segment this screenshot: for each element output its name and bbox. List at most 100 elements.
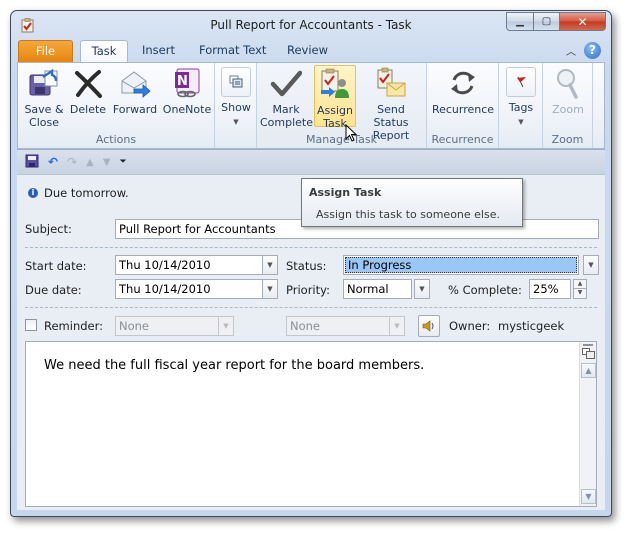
due-date-dropdown[interactable]: ▼ (262, 279, 278, 299)
onenote-label: OneNote (162, 103, 212, 116)
save-icon[interactable] (25, 154, 39, 171)
svg-text:N: N (177, 74, 188, 89)
start-date-label: Start date: (25, 259, 87, 273)
reminder-checkbox[interactable] (25, 319, 37, 331)
tab-review[interactable]: Review (277, 40, 338, 62)
assign-task-label-1: Assign (317, 104, 353, 117)
save-close-icon (28, 67, 60, 99)
recurrence-button[interactable]: Recurrence (431, 65, 495, 116)
delete-icon (72, 67, 104, 99)
tab-task[interactable]: Task (80, 40, 128, 63)
scroll-up-button[interactable]: ▲ (581, 363, 596, 378)
assign-task-button[interactable]: Assign Task (314, 65, 356, 130)
next-item-icon[interactable]: ▼ (103, 157, 111, 168)
percent-complete-spinner[interactable]: ▲ ▼ (573, 279, 587, 299)
show-button[interactable]: Show ▼ (218, 65, 254, 129)
reminder-sound-button[interactable] (418, 315, 440, 337)
notes-text[interactable]: We need the full fiscal year report for … (44, 358, 424, 373)
onenote-icon: N (171, 67, 203, 99)
maximize-icon: ▢ (541, 16, 552, 27)
redo-icon[interactable]: ↷ (67, 155, 77, 169)
customize-toolbar-icon[interactable]: ⏷ (120, 157, 127, 167)
status-value: In Progress (345, 257, 577, 273)
group-label-recurrence: Recurrence (431, 133, 494, 146)
close-button[interactable]: ✕ (560, 12, 606, 31)
zoom-label: Zoom (552, 103, 584, 116)
tags-button[interactable]: Tags ▼ (504, 65, 538, 129)
assign-task-icon (319, 68, 351, 100)
spin-up-icon[interactable]: ▲ (573, 279, 587, 289)
assign-task-tooltip: Assign Task Assign this task to someone … (301, 178, 523, 227)
speaker-icon (422, 320, 434, 332)
delete-label: Delete (69, 103, 107, 116)
group-actions: Save & Close Delete Forward N OneNote Ac… (18, 63, 215, 148)
group-manage-task: Mark Complete Assign Task Send Status Re… (257, 63, 427, 148)
page-icon[interactable] (582, 348, 595, 359)
reminder-label: Reminder: (44, 319, 104, 333)
recurrence-icon (447, 67, 479, 99)
group-label-zoom: Zoom (551, 133, 584, 146)
chevron-down-icon: ▼ (233, 118, 239, 126)
priority-label: Priority: (286, 283, 330, 297)
mark-complete-label-1: Mark (272, 103, 300, 116)
ribbon: Save & Close Delete Forward N OneNote Ac… (17, 62, 605, 149)
minimize-button[interactable]: ▁ (506, 12, 533, 31)
help-icon[interactable]: ? (584, 42, 601, 59)
ribbon-tabs: File Task Insert Format Text Review ︿ ? (11, 38, 611, 63)
undo-icon[interactable]: ↶ (48, 155, 58, 169)
forward-button[interactable]: Forward (111, 65, 159, 116)
divider (25, 247, 597, 248)
forward-label: Forward (112, 103, 158, 116)
start-date-dropdown[interactable]: ▼ (262, 255, 278, 275)
onenote-button[interactable]: N OneNote (162, 65, 212, 116)
previous-item-icon[interactable]: ▲ (86, 157, 94, 168)
start-date-input[interactable]: Thu 10/14/2010 (115, 255, 263, 275)
notes-scrollbar[interactable]: ▲ ▼ (579, 342, 596, 506)
forward-icon (119, 67, 151, 99)
delete-button[interactable]: Delete (68, 65, 108, 116)
checkmark-icon (270, 67, 302, 99)
notes-body[interactable]: We need the full fiscal year report for … (25, 341, 597, 507)
quick-access-toolbar: ↶ ↷ ▲ ▼ ⏷ (17, 149, 605, 175)
splitter-handle[interactable] (583, 344, 593, 346)
percent-complete-input[interactable]: 25% (529, 279, 571, 299)
status-label: Status: (286, 259, 327, 273)
group-show: Show ▼ (215, 63, 257, 148)
reminder-date-dropdown[interactable]: ▼ (218, 316, 234, 336)
save-close-button[interactable]: Save & Close (22, 65, 66, 129)
tab-file[interactable]: File (18, 40, 73, 62)
reminder-time-select[interactable]: None (286, 316, 390, 336)
priority-dropdown[interactable]: ▼ (414, 279, 430, 299)
status-dropdown[interactable]: ▼ (583, 255, 599, 275)
priority-select[interactable]: Normal (343, 279, 412, 299)
chevron-down-icon: ▼ (518, 118, 524, 126)
send-status-icon (375, 67, 407, 99)
minimize-ribbon-icon[interactable]: ︿ (566, 43, 576, 58)
due-date-input[interactable]: Thu 10/14/2010 (115, 279, 263, 299)
group-tags: Tags ▼ (499, 63, 543, 148)
maximize-button[interactable]: ▢ (533, 12, 560, 31)
group-label-actions: Actions (95, 133, 137, 146)
flag-icon (506, 67, 536, 97)
show-label: Show (221, 101, 251, 114)
tab-insert[interactable]: Insert (132, 40, 185, 62)
status-select[interactable]: In Progress (343, 255, 579, 275)
spin-down-icon[interactable]: ▼ (573, 289, 587, 299)
show-icon (221, 67, 251, 97)
send-status-label-1: Send Status (373, 103, 409, 129)
info-text: Due tomorrow. (44, 186, 129, 200)
save-close-label-2: Close (29, 116, 59, 129)
reminder-date-select[interactable]: None (115, 316, 219, 336)
info-bar: i Due tomorrow. (28, 186, 129, 200)
zoom-button[interactable]: Zoom (548, 65, 588, 116)
percent-complete-label: % Complete: (448, 283, 522, 297)
title-bar: Pull Report for Accountants - Task ▁ ▢ ✕ (11, 11, 611, 39)
tab-format-text[interactable]: Format Text (189, 40, 276, 62)
scroll-down-button[interactable]: ▼ (581, 489, 596, 504)
mark-complete-button[interactable]: Mark Complete (260, 65, 313, 129)
send-status-report-button[interactable]: Send Status Report (358, 65, 424, 142)
tags-label: Tags (508, 101, 534, 114)
tooltip-body: Assign this task to someone else. (316, 208, 500, 221)
close-icon: ✕ (577, 14, 588, 29)
reminder-time-dropdown[interactable]: ▼ (389, 316, 405, 336)
